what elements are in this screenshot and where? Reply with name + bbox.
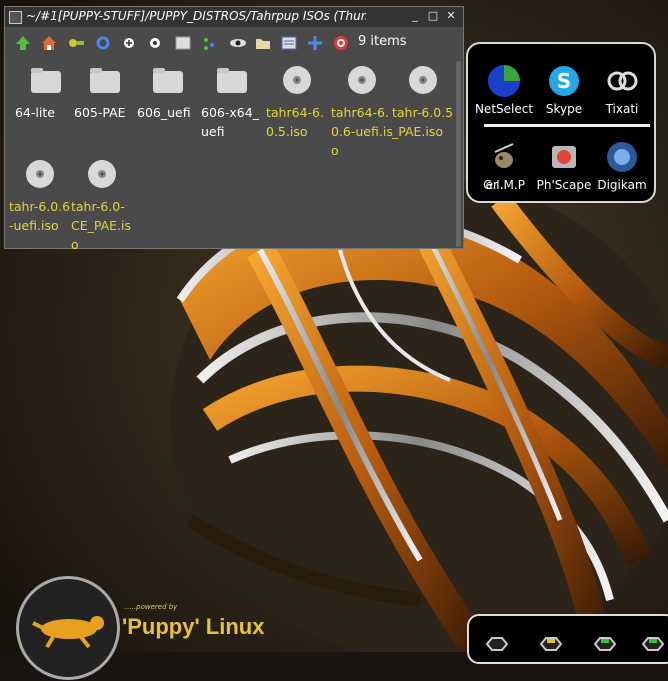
launcher-label: NetSelect [474, 102, 534, 116]
folder-icon [217, 68, 247, 93]
minimize-button[interactable]: _ [409, 10, 421, 22]
file-item-iso[interactable]: tahr-6.0.6-uefi.iso [9, 159, 71, 235]
disc-icon [26, 160, 54, 188]
vertical-scrollbar[interactable] [456, 61, 461, 247]
home-icon[interactable] [41, 35, 57, 51]
file-item-iso[interactable]: tahr64-6.0.5.iso [266, 65, 328, 141]
file-label: tahr64-6.0.6-uefi.iso [331, 105, 393, 158]
dog-icon [32, 616, 104, 649]
drive-icon[interactable] [537, 636, 565, 652]
puppy-logo[interactable] [16, 576, 120, 680]
file-item-folder[interactable]: 64-lite [15, 65, 77, 122]
file-item-folder[interactable]: 606_uefi [137, 65, 199, 122]
file-label: tahr-6.0.5_PAE.iso [392, 105, 454, 139]
launcher-label: Ph'Scape [536, 178, 592, 192]
app-launcher-panel: NetSelect S Skype Tixati er G.I.M.P Ph'S… [466, 42, 656, 203]
drive-icon[interactable] [591, 636, 619, 652]
launcher-item-netselect[interactable]: NetSelect [474, 64, 534, 116]
file-item-iso[interactable]: tahr-6.0-CE_PAE.iso [71, 159, 133, 254]
powered-by-text: .....powered by [125, 603, 178, 611]
up-arrow-icon[interactable] [15, 35, 31, 51]
items-count: 9 items [358, 34, 407, 49]
add-icon[interactable] [307, 35, 323, 51]
bookmark-icon[interactable] [67, 35, 84, 51]
file-item-folder[interactable]: 606-x64_uefi [201, 65, 263, 141]
disc-icon [409, 66, 437, 94]
launcher-item-gimp[interactable]: G.I.M.P [474, 140, 534, 192]
folder-icon [90, 68, 120, 93]
launcher-item-digikam[interactable]: Digikam [592, 140, 652, 192]
zoom-out-icon[interactable] [147, 35, 163, 51]
disc-icon [283, 66, 311, 94]
gimp-icon [487, 140, 521, 174]
disc-icon [88, 160, 116, 188]
help-icon[interactable] [333, 35, 349, 51]
folder-icon[interactable] [255, 35, 271, 51]
disc-icon [348, 66, 376, 94]
window-title: ~/#1[PUPPY-STUFF]/PUPPY_DISTROS/Tahrpup … [26, 9, 366, 23]
file-item-iso[interactable]: tahr-6.0.5_PAE.iso [392, 65, 454, 141]
details-icon[interactable] [281, 35, 297, 51]
folder-icon [153, 68, 183, 93]
filter-icon[interactable] [201, 35, 217, 51]
file-label: 606_uefi [137, 105, 191, 120]
file-label: tahr-6.0.6-uefi.iso [9, 199, 71, 233]
launcher-label: Skype [545, 102, 583, 116]
launcher-divider [484, 124, 650, 127]
close-button[interactable]: ✕ [445, 10, 457, 22]
photoscape-icon [547, 140, 581, 174]
eye-icon[interactable] [229, 35, 246, 51]
folder-icon [31, 68, 61, 93]
svg-text:S: S [557, 69, 571, 93]
file-label: 606-x64_uefi [201, 105, 259, 139]
file-label: tahr-6.0-CE_PAE.iso [71, 199, 132, 252]
window-titlebar[interactable]: ~/#1[PUPPY-STUFF]/PUPPY_DISTROS/Tahrpup … [5, 7, 463, 27]
launcher-label: Digikam [597, 178, 647, 192]
drive-icon[interactable] [483, 636, 511, 652]
file-item-iso[interactable]: tahr64-6.0.6-uefi.iso [331, 65, 393, 160]
select-all-icon[interactable] [175, 35, 191, 51]
globe-icon [487, 64, 521, 98]
bottom-tray [467, 614, 668, 664]
maximize-button[interactable]: □ [427, 10, 439, 22]
launcher-item-photoscape[interactable]: Ph'Scape [534, 140, 594, 192]
skype-icon: S [547, 64, 581, 98]
launcher-item-tixati[interactable]: Tixati [592, 64, 652, 116]
file-label: 605-PAE [74, 105, 126, 120]
window-menu-icon[interactable] [9, 11, 22, 24]
refresh-icon[interactable] [95, 35, 111, 51]
launcher-label: Tixati [605, 102, 639, 116]
file-manager-window: ~/#1[PUPPY-STUFF]/PUPPY_DISTROS/Tahrpup … [4, 6, 464, 252]
launcher-label: G.I.M.P [483, 178, 525, 192]
drive-icon[interactable] [639, 636, 667, 652]
zoom-in-icon[interactable] [121, 35, 137, 51]
launcher-item-skype[interactable]: S Skype [534, 64, 594, 116]
puppy-linux-title: 'Puppy' Linux [122, 614, 265, 639]
file-item-folder[interactable]: 605-PAE [74, 65, 136, 122]
toolbar: 9 items [5, 28, 463, 58]
digikam-icon [605, 140, 639, 174]
file-label: tahr64-6.0.5.iso [266, 105, 324, 139]
tixati-icon [605, 64, 639, 98]
file-view: 64-lite 605-PAE 606_uefi 606-x64_uefi ta… [5, 59, 463, 252]
file-label: 64-lite [15, 105, 55, 120]
